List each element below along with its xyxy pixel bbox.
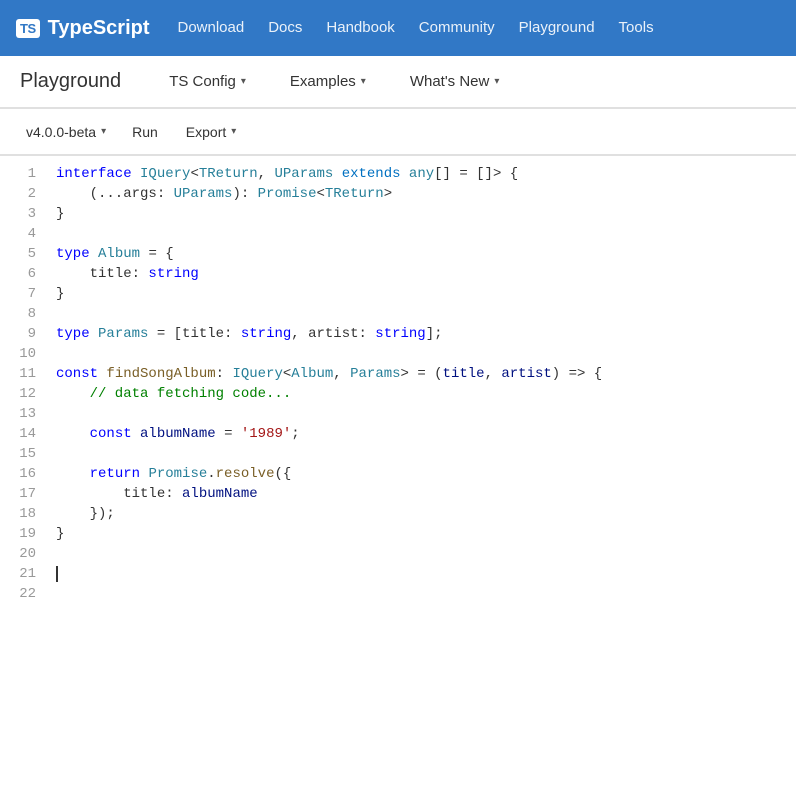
- code-line-11: const findSongAlbum: IQuery<Album, Param…: [56, 364, 788, 384]
- nav-tools[interactable]: Tools: [619, 19, 654, 36]
- code-line-1: interface IQuery<TReturn, UParams extend…: [56, 164, 788, 184]
- code-line-9: type Params = [title: string, artist: st…: [56, 324, 788, 344]
- examples-dropdown[interactable]: Examples ▾: [282, 69, 374, 94]
- code-line-5: type Album = {: [56, 244, 788, 264]
- nav-playground[interactable]: Playground: [519, 19, 595, 36]
- ts-badge: TS: [16, 19, 40, 38]
- code-line-18: });: [56, 504, 788, 524]
- top-navigation: TS TypeScript Download Docs Handbook Com…: [0, 0, 796, 56]
- version-button[interactable]: v4.0.0-beta ▾: [20, 120, 112, 144]
- nav-handbook[interactable]: Handbook: [326, 19, 394, 36]
- code-line-19: }: [56, 524, 788, 544]
- code-line-3: }: [56, 204, 788, 224]
- logo-text: TypeScript: [48, 17, 150, 40]
- tsconfig-chevron-icon: ▾: [241, 76, 246, 87]
- export-button[interactable]: Export ▾: [178, 120, 245, 144]
- code-line-17: title: albumName: [56, 484, 788, 504]
- playground-title: Playground: [20, 70, 121, 93]
- code-content[interactable]: interface IQuery<TReturn, UParams extend…: [48, 164, 796, 604]
- code-line-14: const albumName = '1989';: [56, 424, 788, 444]
- code-line-16: return Promise.resolve({: [56, 464, 788, 484]
- code-line-13: [56, 404, 788, 424]
- toolbar: v4.0.0-beta ▾ Run Export ▾: [0, 109, 796, 155]
- line-numbers: 1 2 3 4 5 6 7 8 9 10 11 12 13 14 15 16 1…: [0, 164, 48, 604]
- version-label: v4.0.0-beta: [26, 124, 96, 140]
- code-line-7: }: [56, 284, 788, 304]
- whatsnew-dropdown[interactable]: What's New ▾: [402, 69, 508, 94]
- code-line-10: [56, 344, 788, 364]
- code-line-2: (...args: UParams): Promise<TReturn>: [56, 184, 788, 204]
- code-line-4: [56, 224, 788, 244]
- export-chevron-icon: ▾: [231, 126, 236, 137]
- secondary-navigation: Playground TS Config ▾ Examples ▾ What's…: [0, 56, 796, 108]
- code-line-22: [56, 584, 788, 604]
- code-editor[interactable]: 1 2 3 4 5 6 7 8 9 10 11 12 13 14 15 16 1…: [0, 156, 796, 612]
- nav-community[interactable]: Community: [419, 19, 495, 36]
- code-line-8: [56, 304, 788, 324]
- examples-chevron-icon: ▾: [361, 76, 366, 87]
- logo-link[interactable]: TS TypeScript: [16, 17, 150, 40]
- text-cursor: [56, 566, 58, 582]
- code-line-21: [56, 564, 788, 584]
- top-nav-links: Download Docs Handbook Community Playgro…: [178, 19, 654, 37]
- code-line-20: [56, 544, 788, 564]
- code-line-6: title: string: [56, 264, 788, 284]
- run-button[interactable]: Run: [124, 120, 166, 144]
- code-line-15: [56, 444, 788, 464]
- nav-download[interactable]: Download: [178, 19, 245, 36]
- whatsnew-chevron-icon: ▾: [494, 76, 499, 87]
- nav-docs[interactable]: Docs: [268, 19, 302, 36]
- code-line-12: // data fetching code...: [56, 384, 788, 404]
- version-chevron-icon: ▾: [101, 126, 106, 137]
- tsconfig-dropdown[interactable]: TS Config ▾: [161, 69, 254, 94]
